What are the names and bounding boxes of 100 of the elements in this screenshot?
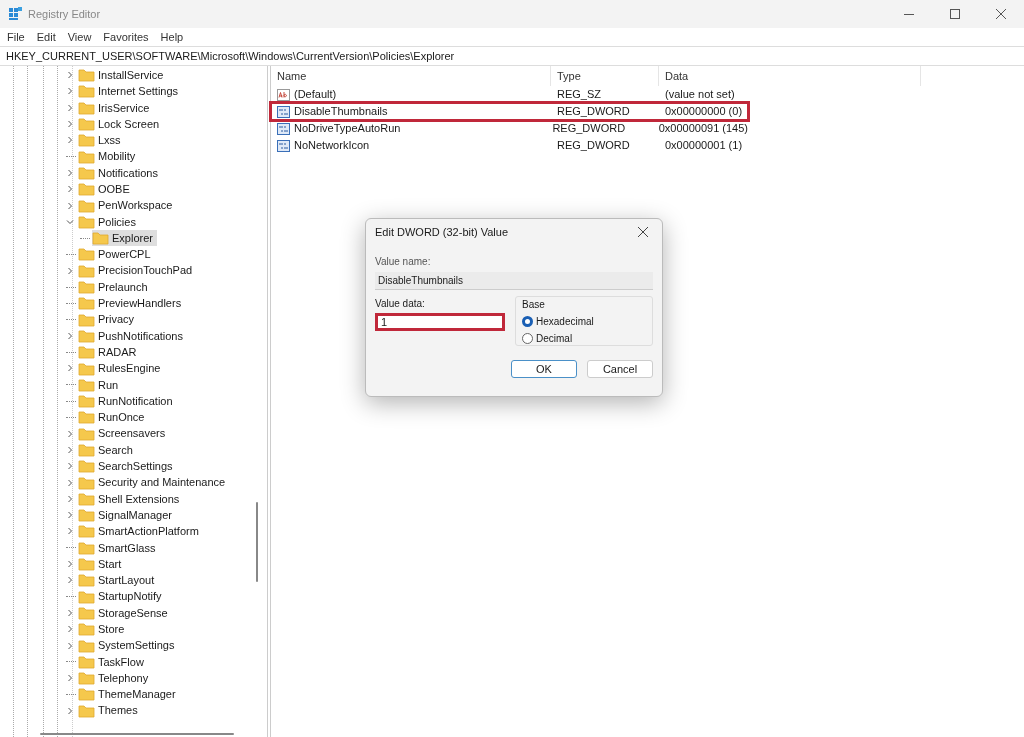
dialog-button[interactable]: OK bbox=[511, 360, 577, 378]
tree-item[interactable]: Policies bbox=[78, 213, 140, 231]
column-header[interactable]: Data bbox=[659, 66, 921, 86]
tree-item[interactable]: Security and Maintenance bbox=[78, 474, 230, 491]
chevron-icon[interactable] bbox=[66, 674, 74, 683]
folder-icon bbox=[78, 459, 95, 474]
tree-item[interactable]: ThemeManager bbox=[78, 686, 180, 703]
chevron-icon[interactable] bbox=[66, 478, 74, 487]
tree-item[interactable]: OOBE bbox=[78, 181, 134, 198]
chevron-icon[interactable] bbox=[66, 625, 74, 634]
chevron-icon[interactable] bbox=[66, 706, 74, 715]
address-bar[interactable]: HKEY_CURRENT_USER\SOFTWARE\Microsoft\Windows\CurrentVersion\Policies\Explorer bbox=[0, 46, 1024, 66]
column-header[interactable]: Name bbox=[271, 66, 551, 86]
tree-item[interactable]: RADAR bbox=[78, 343, 141, 361]
tree-item[interactable]: IrisService bbox=[78, 99, 154, 116]
chevron-icon[interactable] bbox=[66, 185, 74, 194]
menu-item[interactable]: View bbox=[67, 28, 92, 46]
radio-icon[interactable] bbox=[522, 316, 533, 327]
tree-item[interactable]: Lock Screen bbox=[78, 115, 164, 133]
tree-item[interactable]: Search bbox=[78, 441, 137, 459]
value-type: REG_DWORD bbox=[556, 104, 631, 120]
tree-item[interactable]: SignalManager bbox=[78, 506, 176, 524]
chevron-icon[interactable] bbox=[66, 429, 74, 438]
chevron-icon[interactable] bbox=[66, 364, 74, 373]
chevron-icon[interactable] bbox=[66, 201, 74, 210]
tree-item[interactable]: RunNotification bbox=[78, 392, 177, 410]
chevron-icon[interactable] bbox=[66, 445, 74, 454]
tree-item[interactable]: Privacy bbox=[78, 311, 139, 328]
chevron-icon[interactable] bbox=[66, 266, 74, 275]
chevron-icon[interactable] bbox=[66, 103, 74, 112]
chevron-icon[interactable] bbox=[66, 136, 74, 145]
tree-item[interactable]: StartupNotify bbox=[78, 588, 166, 605]
chevron-icon[interactable] bbox=[66, 511, 74, 520]
tree-item[interactable]: SmartActionPlatform bbox=[78, 523, 203, 540]
menu-item[interactable]: Edit bbox=[36, 28, 56, 46]
folder-icon bbox=[78, 475, 95, 490]
tree-item[interactable]: Start bbox=[78, 555, 126, 573]
chevron-icon[interactable] bbox=[66, 462, 74, 471]
dialog-button[interactable]: Cancel bbox=[587, 360, 653, 378]
folder-icon bbox=[78, 328, 95, 343]
tree-item[interactable]: Screensavers bbox=[78, 425, 170, 442]
radio-icon[interactable] bbox=[522, 333, 533, 344]
tree-item[interactable]: StorageSense bbox=[78, 604, 172, 622]
value-row[interactable]: NoNetworkIcon REG_DWORD 0x00000001 (1) bbox=[271, 137, 748, 154]
scrollbar-thumb[interactable] bbox=[40, 733, 234, 735]
chevron-icon[interactable] bbox=[66, 576, 74, 585]
folder-icon bbox=[78, 622, 95, 637]
tree-item[interactable]: Lxss bbox=[78, 132, 125, 149]
chevron-icon[interactable] bbox=[66, 168, 74, 177]
value-row[interactable]: NoDriveTypeAutoRun REG_DWORD 0x00000091 (145) bbox=[271, 120, 748, 137]
radio-option[interactable]: Decimal bbox=[522, 331, 646, 346]
folder-icon bbox=[78, 182, 95, 197]
tree-item[interactable]: PenWorkspace bbox=[78, 197, 177, 214]
tree-item[interactable]: InstallService bbox=[78, 66, 168, 84]
value-name: DisableThumbnails bbox=[294, 104, 388, 120]
chevron-icon[interactable] bbox=[66, 71, 74, 80]
radio-option[interactable]: Hexadecimal bbox=[522, 314, 646, 329]
menu-item[interactable]: File bbox=[7, 28, 25, 46]
tree-item[interactable]: SmartGlass bbox=[78, 539, 160, 556]
tree-item[interactable]: RunOnce bbox=[78, 409, 149, 426]
tree-item[interactable]: PushNotifications bbox=[78, 327, 187, 345]
menu-item[interactable]: Favorites bbox=[103, 28, 149, 46]
tree-item[interactable]: Notifications bbox=[78, 164, 162, 182]
chevron-icon[interactable] bbox=[66, 120, 74, 129]
folder-icon bbox=[78, 426, 95, 441]
tree-item[interactable]: PreviewHandlers bbox=[78, 295, 186, 312]
tree-item[interactable]: Mobility bbox=[78, 148, 140, 165]
value-row[interactable]: DisableThumbnails REG_DWORD 0x00000000 (0) bbox=[271, 103, 748, 120]
chevron-icon[interactable] bbox=[66, 560, 74, 569]
tree-item[interactable]: RulesEngine bbox=[78, 360, 165, 377]
tree-item[interactable]: SystemSettings bbox=[78, 637, 179, 654]
value-type: REG_DWORD bbox=[551, 121, 627, 137]
menu-item[interactable]: Help bbox=[160, 28, 184, 46]
tree-item[interactable]: Run bbox=[78, 376, 123, 394]
chevron-icon[interactable] bbox=[66, 608, 74, 617]
chevron-icon[interactable] bbox=[66, 527, 74, 536]
chevron-icon[interactable] bbox=[66, 331, 74, 340]
chevron-icon[interactable] bbox=[66, 217, 74, 226]
chevron-icon[interactable] bbox=[66, 87, 74, 96]
tree-item[interactable]: Store bbox=[78, 621, 129, 638]
tree-item[interactable]: Telephony bbox=[78, 669, 153, 687]
tree-item[interactable]: Prelaunch bbox=[78, 278, 152, 296]
tree-item[interactable]: Shell Extensions bbox=[78, 490, 184, 508]
folder-icon bbox=[78, 345, 95, 360]
tree-item[interactable]: PowerCPL bbox=[78, 246, 155, 263]
tree-item[interactable]: StartLayout bbox=[78, 572, 159, 589]
tree-item[interactable]: Themes bbox=[78, 702, 142, 719]
folder-icon bbox=[78, 573, 95, 588]
value-row[interactable]: (Default) REG_SZ (value not set) bbox=[271, 86, 748, 103]
tree-item[interactable]: TaskFlow bbox=[78, 653, 148, 671]
chevron-icon[interactable] bbox=[66, 641, 74, 650]
scrollbar-thumb[interactable] bbox=[256, 502, 258, 582]
value-name-field[interactable]: DisableThumbnails bbox=[375, 272, 653, 290]
tree-item[interactable]: SearchSettings bbox=[78, 458, 177, 475]
tree-item[interactable]: Internet Settings bbox=[78, 83, 183, 100]
value-data-field[interactable]: 1 bbox=[375, 313, 505, 331]
tree-item[interactable]: Explorer bbox=[92, 229, 157, 247]
column-header[interactable]: Type bbox=[551, 66, 659, 86]
chevron-icon[interactable] bbox=[66, 494, 74, 503]
tree-item[interactable]: PrecisionTouchPad bbox=[78, 262, 197, 279]
